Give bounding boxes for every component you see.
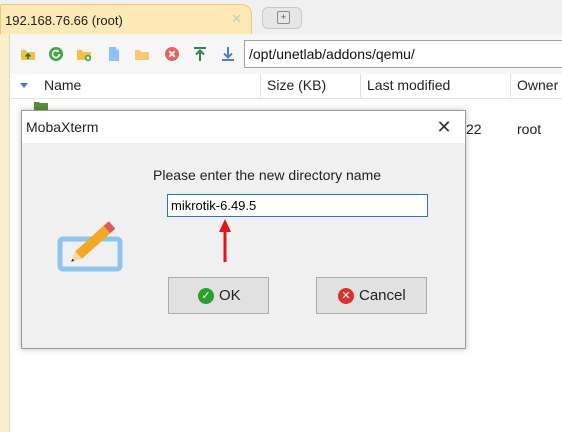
plus-icon: + (277, 11, 290, 24)
dialog-title: MobaXterm (26, 119, 99, 135)
close-tab-icon[interactable]: ✕ (231, 11, 242, 27)
upload-folder-icon[interactable] (20, 46, 36, 62)
checkmark-icon: ✓ (198, 288, 214, 304)
column-size[interactable]: Size (KB) (267, 77, 326, 93)
delete-icon[interactable] (164, 46, 180, 62)
session-tab[interactable]: 192.168.76.66 (root) ✕ (0, 4, 252, 34)
column-owner[interactable]: Owner (517, 77, 558, 93)
cancel-x-icon: ✕ (338, 288, 354, 304)
rename-pencil-icon (57, 221, 123, 272)
ok-button[interactable]: ✓ OK (168, 277, 269, 314)
column-last-modified[interactable]: Last modified (367, 77, 450, 93)
dialog-titlebar: MobaXterm ✕ (22, 111, 465, 143)
new-folder-icon[interactable] (76, 46, 92, 62)
column-divider (510, 74, 511, 98)
upload-icon[interactable] (192, 46, 208, 62)
new-file-icon[interactable] (106, 46, 122, 62)
file-browser-toolbar: /opt/unetlab/addons/qemu/ (10, 34, 562, 74)
open-folder-icon[interactable] (134, 46, 150, 62)
tab-bar: 192.168.76.66 (root) ✕ + (0, 0, 562, 34)
sort-descending-icon[interactable] (20, 83, 28, 88)
row-modified-fragment: 22 (466, 121, 482, 137)
session-tab-title: 192.168.76.66 (root) (5, 13, 123, 28)
directory-name-input[interactable] (167, 194, 428, 217)
close-icon[interactable]: ✕ (432, 117, 456, 137)
cancel-button[interactable]: ✕ Cancel (316, 277, 427, 314)
refresh-icon[interactable] (48, 46, 64, 62)
cancel-button-label: Cancel (359, 287, 406, 304)
annotation-arrow-icon (219, 219, 231, 262)
ok-button-label: OK (219, 287, 241, 304)
column-name[interactable]: Name (44, 77, 81, 93)
left-pane-edge (0, 34, 10, 432)
folder-icon (34, 102, 48, 110)
path-input[interactable]: /opt/unetlab/addons/qemu/ (244, 40, 562, 68)
file-list-header: Name Size (KB) Last modified Owner (10, 74, 562, 99)
column-divider (260, 74, 261, 98)
column-divider (360, 74, 361, 98)
dialog-prompt: Please enter the new directory name (153, 167, 382, 183)
row-owner: root (517, 121, 542, 137)
new-tab-button[interactable]: + (262, 7, 302, 29)
download-icon[interactable] (220, 46, 236, 62)
new-directory-dialog: MobaXterm ✕ Please enter the new directo… (21, 110, 466, 349)
